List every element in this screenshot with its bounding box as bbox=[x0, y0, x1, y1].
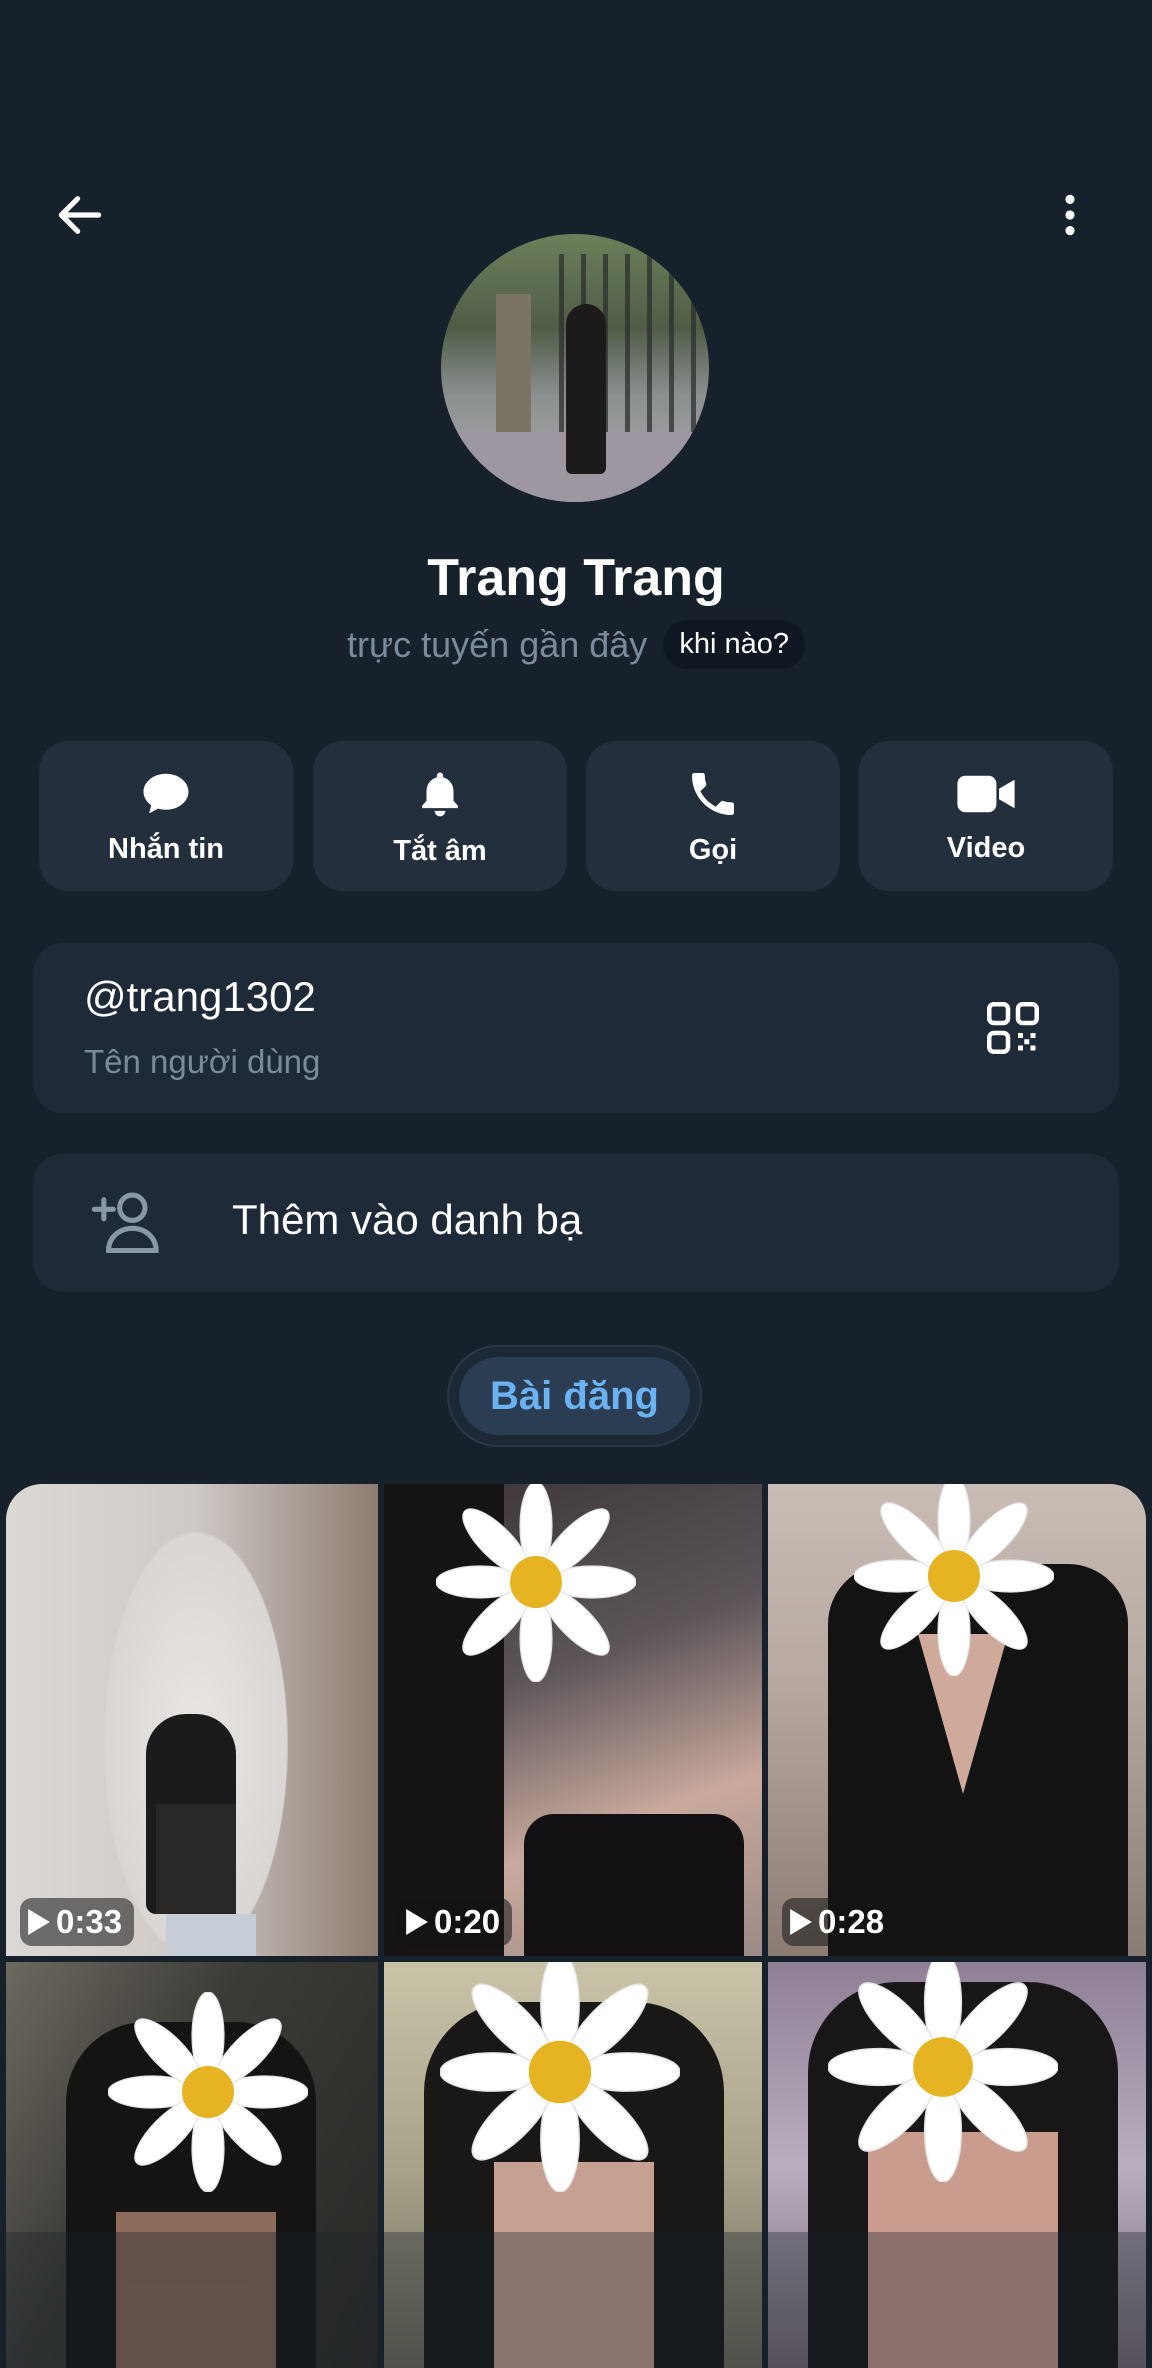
phone-icon bbox=[692, 772, 734, 815]
video-call-button[interactable]: Video bbox=[859, 741, 1113, 891]
video-duration: 0:28 bbox=[818, 1903, 885, 1940]
media-item-3[interactable]: 0:28 bbox=[768, 1484, 1146, 1956]
daisy-sticker bbox=[854, 1484, 1054, 1676]
tab-bar: Bài đăng bbox=[447, 1345, 702, 1447]
video-duration-badge: 0:28 bbox=[782, 1898, 897, 1946]
video-camera-icon bbox=[957, 775, 1015, 812]
media-item-2[interactable]: 0:20 bbox=[384, 1484, 762, 1956]
play-icon bbox=[28, 1909, 50, 1935]
add-contact-icon bbox=[88, 1184, 164, 1260]
username-value: @trang1302 bbox=[84, 973, 316, 1020]
video-duration: 0:33 bbox=[56, 1903, 123, 1940]
bell-icon bbox=[422, 772, 458, 816]
more-vertical-icon bbox=[1065, 194, 1075, 236]
profile-name: Trang Trang bbox=[427, 549, 725, 607]
message-button[interactable]: Nhắn tin bbox=[39, 741, 293, 891]
status-row: trực tuyến gần đây khi nào? bbox=[0, 620, 1152, 669]
play-icon bbox=[406, 1909, 428, 1935]
username-card[interactable]: @trang1302 Tên người dùng bbox=[33, 943, 1119, 1113]
daisy-sticker bbox=[436, 1484, 636, 1682]
mute-label: Tắt âm bbox=[393, 834, 487, 867]
video-duration-badge: 0:20 bbox=[398, 1898, 513, 1946]
arrow-left-icon bbox=[58, 196, 102, 234]
add-to-contacts-button[interactable]: Thêm vào danh bạ bbox=[33, 1154, 1119, 1292]
media-item-1[interactable]: 0:33 bbox=[6, 1484, 378, 1956]
qr-code-button[interactable] bbox=[983, 998, 1043, 1058]
call-label: Gọi bbox=[688, 833, 738, 866]
video-duration-badge: 0:33 bbox=[20, 1898, 135, 1946]
video-call-label: Video bbox=[946, 831, 1026, 864]
video-duration: 0:20 bbox=[434, 1903, 501, 1940]
daisy-sticker bbox=[828, 1962, 1058, 2182]
avatar[interactable] bbox=[441, 234, 709, 502]
mute-button[interactable]: Tắt âm bbox=[313, 741, 567, 891]
back-button[interactable] bbox=[40, 175, 120, 255]
username-caption: Tên người dùng bbox=[84, 1043, 321, 1080]
tab-posts[interactable]: Bài đăng bbox=[459, 1357, 690, 1435]
more-options-button[interactable] bbox=[1030, 175, 1110, 255]
add-contact-label: Thêm vào danh bạ bbox=[232, 1196, 583, 1243]
daisy-sticker bbox=[108, 1992, 308, 2192]
message-icon bbox=[143, 773, 189, 813]
call-button[interactable]: Gọi bbox=[586, 741, 840, 891]
daisy-sticker bbox=[440, 1962, 680, 2192]
message-label: Nhắn tin bbox=[108, 832, 224, 865]
last-seen-status: trực tuyến gần đây bbox=[347, 623, 648, 665]
bottom-scrim bbox=[0, 2232, 1152, 2368]
play-icon bbox=[790, 1909, 812, 1935]
last-seen-hint-button[interactable]: khi nào? bbox=[663, 620, 805, 669]
qr-code-icon bbox=[987, 1002, 1039, 1054]
